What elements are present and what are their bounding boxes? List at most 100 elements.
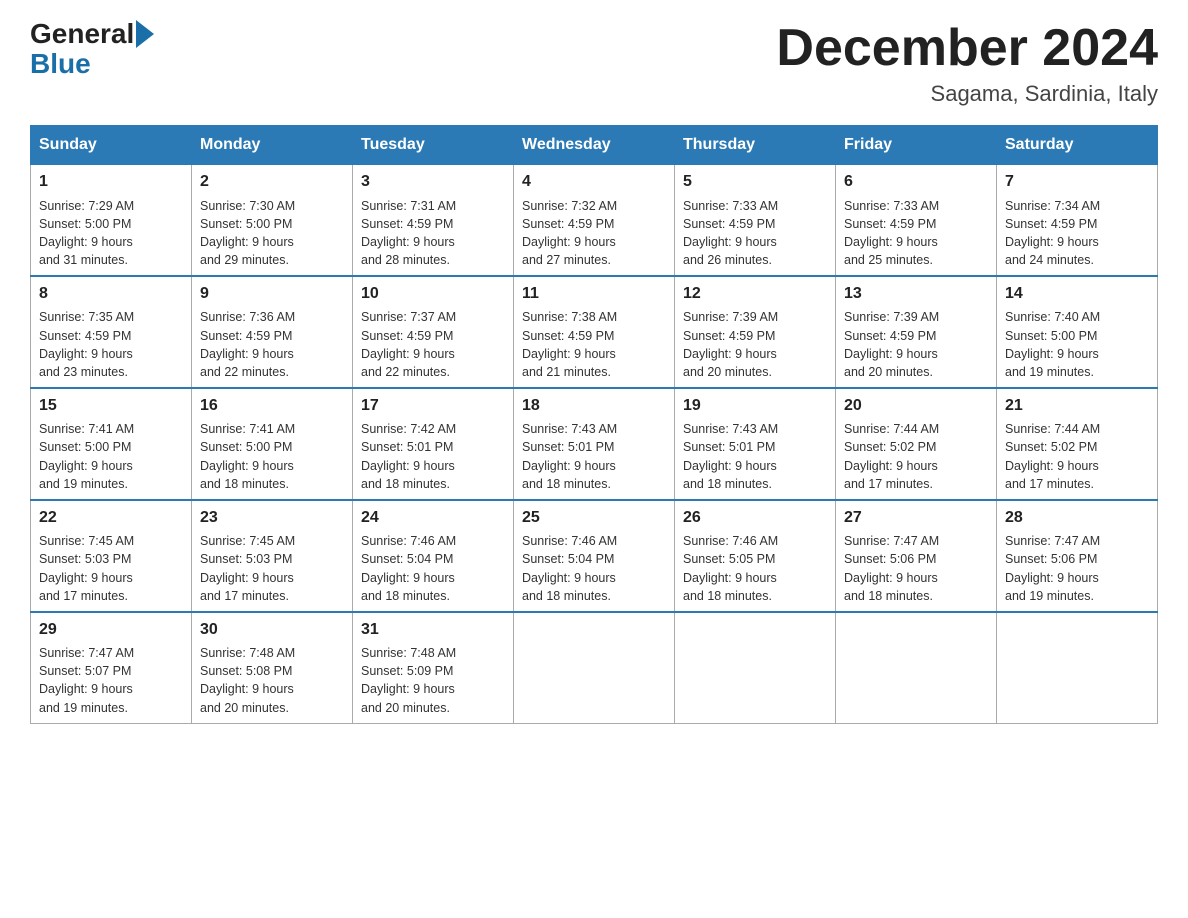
cell-info: Sunrise: 7:47 AMSunset: 5:07 PMDaylight:… <box>39 644 183 717</box>
cell-info: Sunrise: 7:47 AMSunset: 5:06 PMDaylight:… <box>844 532 988 605</box>
calendar-cell: 17 Sunrise: 7:42 AMSunset: 5:01 PMDayligh… <box>353 388 514 500</box>
cell-info: Sunrise: 7:42 AMSunset: 5:01 PMDaylight:… <box>361 420 505 493</box>
cell-info: Sunrise: 7:43 AMSunset: 5:01 PMDaylight:… <box>522 420 666 493</box>
calendar-cell: 15 Sunrise: 7:41 AMSunset: 5:00 PMDayligh… <box>31 388 192 500</box>
cell-info: Sunrise: 7:46 AMSunset: 5:04 PMDaylight:… <box>361 532 505 605</box>
cell-info: Sunrise: 7:48 AMSunset: 5:08 PMDaylight:… <box>200 644 344 717</box>
location-subtitle: Sagama, Sardinia, Italy <box>776 81 1158 107</box>
logo-general-text: General <box>30 20 134 48</box>
day-number: 2 <box>200 171 344 193</box>
calendar-week-row: 22 Sunrise: 7:45 AMSunset: 5:03 PMDayligh… <box>31 500 1158 612</box>
day-number: 13 <box>844 283 988 305</box>
calendar-cell: 24 Sunrise: 7:46 AMSunset: 5:04 PMDayligh… <box>353 500 514 612</box>
day-number: 23 <box>200 507 344 529</box>
col-header-monday: Monday <box>192 126 353 165</box>
day-number: 16 <box>200 395 344 417</box>
day-number: 3 <box>361 171 505 193</box>
col-header-thursday: Thursday <box>675 126 836 165</box>
calendar-cell: 21Sunrise: 7:44 AMSunset: 5:02 PMDayligh… <box>997 388 1158 500</box>
calendar-cell: 6Sunrise: 7:33 AMSunset: 4:59 PMDaylight… <box>836 165 997 276</box>
cell-info: Sunrise: 7:44 AMSunset: 5:02 PMDaylight:… <box>1005 420 1149 493</box>
day-number: 12 <box>683 283 827 305</box>
day-number: 29 <box>39 619 183 641</box>
day-number: 22 <box>39 507 183 529</box>
cell-info: Sunrise: 7:29 AMSunset: 5:00 PMDaylight:… <box>39 197 183 270</box>
logo-arrow-icon <box>136 20 154 48</box>
cell-info: Sunrise: 7:39 AMSunset: 4:59 PMDaylight:… <box>844 308 988 381</box>
day-number: 19 <box>683 395 827 417</box>
calendar-cell: 11Sunrise: 7:38 AMSunset: 4:59 PMDayligh… <box>514 276 675 388</box>
month-title: December 2024 <box>776 20 1158 77</box>
cell-info: Sunrise: 7:40 AMSunset: 5:00 PMDaylight:… <box>1005 308 1149 381</box>
day-number: 7 <box>1005 171 1149 193</box>
calendar-cell: 10Sunrise: 7:37 AMSunset: 4:59 PMDayligh… <box>353 276 514 388</box>
calendar-week-row: 8Sunrise: 7:35 AMSunset: 4:59 PMDaylight… <box>31 276 1158 388</box>
calendar-cell: 22Sunrise: 7:45 AMSunset: 5:03 PMDayligh… <box>31 500 192 612</box>
calendar-cell: 23 Sunrise: 7:45 AMSunset: 5:03 PMDayligh… <box>192 500 353 612</box>
day-number: 8 <box>39 283 183 305</box>
col-header-wednesday: Wednesday <box>514 126 675 165</box>
day-number: 26 <box>683 507 827 529</box>
calendar-cell: 20Sunrise: 7:44 AMSunset: 5:02 PMDayligh… <box>836 388 997 500</box>
cell-info: Sunrise: 7:48 AMSunset: 5:09 PMDaylight:… <box>361 644 505 717</box>
calendar-week-row: 15 Sunrise: 7:41 AMSunset: 5:00 PMDayligh… <box>31 388 1158 500</box>
calendar-week-row: 29 Sunrise: 7:47 AMSunset: 5:07 PMDayligh… <box>31 612 1158 723</box>
calendar-cell: 5Sunrise: 7:33 AMSunset: 4:59 PMDaylight… <box>675 165 836 276</box>
day-number: 30 <box>200 619 344 641</box>
col-header-saturday: Saturday <box>997 126 1158 165</box>
page-header: General Blue December 2024 Sagama, Sardi… <box>30 20 1158 107</box>
day-number: 14 <box>1005 283 1149 305</box>
col-header-friday: Friday <box>836 126 997 165</box>
calendar-cell: 18 Sunrise: 7:43 AMSunset: 5:01 PMDayligh… <box>514 388 675 500</box>
day-number: 31 <box>361 619 505 641</box>
col-header-sunday: Sunday <box>31 126 192 165</box>
calendar-cell <box>997 612 1158 723</box>
calendar-cell: 8Sunrise: 7:35 AMSunset: 4:59 PMDaylight… <box>31 276 192 388</box>
calendar-cell: 9 Sunrise: 7:36 AMSunset: 4:59 PMDaylight… <box>192 276 353 388</box>
day-number: 18 <box>522 395 666 417</box>
calendar-cell: 26 Sunrise: 7:46 AMSunset: 5:05 PMDayligh… <box>675 500 836 612</box>
cell-info: Sunrise: 7:34 AMSunset: 4:59 PMDaylight:… <box>1005 197 1149 270</box>
calendar-cell: 13 Sunrise: 7:39 AMSunset: 4:59 PMDayligh… <box>836 276 997 388</box>
calendar-cell: 25Sunrise: 7:46 AMSunset: 5:04 PMDayligh… <box>514 500 675 612</box>
cell-info: Sunrise: 7:38 AMSunset: 4:59 PMDaylight:… <box>522 308 666 381</box>
calendar-table: SundayMondayTuesdayWednesdayThursdayFrid… <box>30 125 1158 723</box>
calendar-cell <box>675 612 836 723</box>
day-number: 4 <box>522 171 666 193</box>
logo-blue-text: Blue <box>30 48 91 80</box>
calendar-cell: 28Sunrise: 7:47 AMSunset: 5:06 PMDayligh… <box>997 500 1158 612</box>
calendar-cell: 12 Sunrise: 7:39 AMSunset: 4:59 PMDayligh… <box>675 276 836 388</box>
cell-info: Sunrise: 7:37 AMSunset: 4:59 PMDaylight:… <box>361 308 505 381</box>
day-number: 25 <box>522 507 666 529</box>
col-header-tuesday: Tuesday <box>353 126 514 165</box>
day-number: 17 <box>361 395 505 417</box>
cell-info: Sunrise: 7:31 AMSunset: 4:59 PMDaylight:… <box>361 197 505 270</box>
cell-info: Sunrise: 7:41 AMSunset: 5:00 PMDaylight:… <box>39 420 183 493</box>
calendar-cell: 2Sunrise: 7:30 AMSunset: 5:00 PMDaylight… <box>192 165 353 276</box>
cell-info: Sunrise: 7:43 AMSunset: 5:01 PMDaylight:… <box>683 420 827 493</box>
day-number: 24 <box>361 507 505 529</box>
calendar-cell: 14 Sunrise: 7:40 AMSunset: 5:00 PMDayligh… <box>997 276 1158 388</box>
cell-info: Sunrise: 7:45 AMSunset: 5:03 PMDaylight:… <box>200 532 344 605</box>
cell-info: Sunrise: 7:32 AMSunset: 4:59 PMDaylight:… <box>522 197 666 270</box>
cell-info: Sunrise: 7:46 AMSunset: 5:05 PMDaylight:… <box>683 532 827 605</box>
day-number: 20 <box>844 395 988 417</box>
calendar-cell <box>514 612 675 723</box>
day-number: 9 <box>200 283 344 305</box>
calendar-cell: 30 Sunrise: 7:48 AMSunset: 5:08 PMDayligh… <box>192 612 353 723</box>
calendar-cell: 16Sunrise: 7:41 AMSunset: 5:00 PMDayligh… <box>192 388 353 500</box>
cell-info: Sunrise: 7:47 AMSunset: 5:06 PMDaylight:… <box>1005 532 1149 605</box>
cell-info: Sunrise: 7:33 AMSunset: 4:59 PMDaylight:… <box>844 197 988 270</box>
day-number: 27 <box>844 507 988 529</box>
calendar-cell: 7 Sunrise: 7:34 AMSunset: 4:59 PMDaylight… <box>997 165 1158 276</box>
cell-info: Sunrise: 7:39 AMSunset: 4:59 PMDaylight:… <box>683 308 827 381</box>
calendar-cell: 1Sunrise: 7:29 AMSunset: 5:00 PMDaylight… <box>31 165 192 276</box>
cell-info: Sunrise: 7:36 AMSunset: 4:59 PMDaylight:… <box>200 308 344 381</box>
day-number: 5 <box>683 171 827 193</box>
calendar-cell: 4 Sunrise: 7:32 AMSunset: 4:59 PMDaylight… <box>514 165 675 276</box>
calendar-week-row: 1Sunrise: 7:29 AMSunset: 5:00 PMDaylight… <box>31 165 1158 276</box>
calendar-cell: 29 Sunrise: 7:47 AMSunset: 5:07 PMDayligh… <box>31 612 192 723</box>
day-number: 15 <box>39 395 183 417</box>
calendar-cell <box>836 612 997 723</box>
title-block: December 2024 Sagama, Sardinia, Italy <box>776 20 1158 107</box>
